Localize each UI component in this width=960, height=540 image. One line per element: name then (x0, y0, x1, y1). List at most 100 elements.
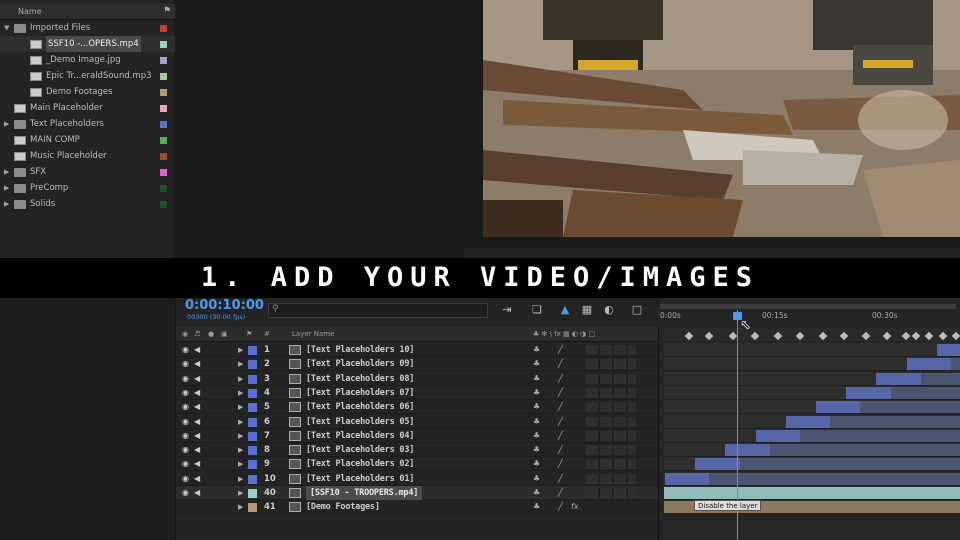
shy-switch-icon[interactable]: ♣ (533, 429, 540, 443)
switch-boxes[interactable] (586, 373, 636, 384)
shy-layers-icon[interactable]: ▲ (558, 303, 572, 316)
track-row[interactable] (664, 414, 960, 429)
layer-duration-tail[interactable] (920, 372, 960, 385)
layer-row[interactable]: ▶ 41 [Demo Footages] ♣ ╱ fx (176, 500, 658, 515)
visibility-eye-icon[interactable]: ◉ (182, 415, 189, 429)
audio-icon[interactable]: ◀ (194, 443, 200, 457)
visibility-col-icon[interactable]: ◉ (182, 327, 188, 342)
visibility-eye-icon[interactable]: ◉ (182, 443, 189, 457)
label-color-swatch[interactable] (160, 185, 167, 192)
disclosure-triangle-icon[interactable]: ▶ (4, 196, 9, 212)
label-color-swatch[interactable] (160, 89, 167, 96)
quality-switch-icon[interactable]: ╱ (558, 343, 563, 357)
audio-icon[interactable]: ◀ (194, 400, 200, 414)
label-color-swatch[interactable] (160, 105, 167, 112)
layer-duration-tail[interactable] (799, 429, 960, 442)
layer-label-color[interactable] (248, 489, 257, 498)
quality-switch-icon[interactable]: ╱ (558, 500, 563, 514)
audio-icon[interactable]: ◀ (194, 386, 200, 400)
label-color-swatch[interactable] (160, 153, 167, 160)
visibility-eye-icon[interactable]: ◉ (182, 372, 189, 386)
audio-col-icon[interactable]: ♬ (194, 327, 200, 342)
layer-duration-bar[interactable] (695, 458, 740, 471)
layer-label-color[interactable] (248, 474, 257, 484)
lock-col-icon[interactable]: ▣ (221, 327, 228, 342)
layer-duration-bar[interactable] (665, 472, 710, 485)
switch-boxes[interactable] (586, 345, 636, 355)
quality-switch-icon[interactable]: ╱ (558, 386, 563, 400)
label-color-swatch[interactable] (160, 121, 167, 128)
expand-layer-icon[interactable]: ▶ (238, 372, 243, 386)
visibility-eye-icon[interactable]: ◉ (182, 343, 189, 357)
quality-switch-icon[interactable]: ╱ (558, 443, 563, 457)
graph-editor-icon[interactable]: □ (630, 303, 644, 316)
layer-duration-tail[interactable] (890, 386, 960, 399)
layer-name[interactable]: [Text Placeholders 10] (306, 343, 414, 357)
shy-switch-icon[interactable]: ♣ (533, 386, 540, 400)
layer-row[interactable]: ◉ ◀ ▶ 40 [SSF10 - TROOPERS.mp4] ♣ ╱ (176, 486, 658, 500)
audio-icon[interactable]: ◀ (194, 357, 200, 371)
layer-row[interactable]: ◉ ◀ ▶ 7 [Text Placeholders 04] ♣ ╱ (176, 429, 658, 443)
shy-switch-icon[interactable]: ♣ (533, 400, 540, 414)
expand-layer-icon[interactable]: ▶ (238, 386, 243, 400)
layer-label-color[interactable] (248, 346, 257, 355)
layer-name[interactable]: [Text Placeholders 02] (306, 457, 414, 471)
motion-blur-icon[interactable]: ◐ (602, 303, 616, 316)
expand-layer-icon[interactable]: ▶ (238, 457, 243, 471)
layer-label-color[interactable] (248, 431, 257, 441)
shy-switch-icon[interactable]: ♣ (533, 343, 540, 357)
switch-boxes[interactable] (586, 416, 636, 427)
project-item[interactable]: ▶ Solids (0, 196, 175, 212)
disclosure-triangle-icon[interactable]: ▶ (4, 164, 9, 180)
visibility-eye-icon[interactable]: ◉ (182, 357, 189, 371)
frame-blending-icon[interactable]: ▦ (580, 303, 594, 316)
audio-icon[interactable]: ◀ (194, 486, 200, 500)
track-row[interactable] (664, 357, 960, 372)
project-item[interactable]: ▶ SFX (0, 164, 175, 180)
layer-row[interactable]: ◉ ◀ ▶ 9 [Text Placeholders 02] ♣ ╱ (176, 457, 658, 472)
layer-duration-bar[interactable] (876, 372, 921, 385)
layer-row[interactable]: ◉ ◀ ▶ 1 [Text Placeholders 10] ♣ ╱ (176, 343, 658, 357)
layer-name[interactable]: [Demo Footages] (306, 500, 380, 514)
track-row[interactable] (664, 428, 960, 443)
switch-boxes[interactable] (586, 359, 636, 370)
switch-boxes[interactable] (586, 387, 636, 398)
layer-label-color[interactable] (248, 503, 257, 513)
visibility-eye-icon[interactable]: ◉ (182, 400, 189, 414)
layer-label-color[interactable] (248, 360, 257, 370)
layer-name[interactable]: [Text Placeholders 06] (306, 400, 414, 414)
disclosure-triangle-icon[interactable]: ▼ (4, 20, 9, 36)
label-color-swatch[interactable] (160, 25, 167, 32)
layer-name[interactable]: [Text Placeholders 04] (306, 429, 414, 443)
visibility-eye-icon[interactable]: ◉ (182, 472, 189, 486)
quality-switch-icon[interactable]: ╱ (558, 457, 563, 471)
expand-layer-icon[interactable]: ▶ (238, 400, 243, 414)
effects-switch-icon[interactable]: fx (571, 500, 579, 514)
solo-col-icon[interactable]: ● (208, 327, 214, 342)
track-row[interactable] (664, 371, 960, 386)
layer-duration-bar[interactable] (785, 415, 831, 428)
track-row[interactable] (664, 385, 960, 400)
layer-label-color[interactable] (248, 374, 257, 384)
shy-switch-icon[interactable]: ♣ (533, 472, 540, 486)
disclosure-triangle-icon[interactable]: ▶ (4, 116, 9, 132)
layer-duration-bar[interactable] (815, 401, 861, 414)
track-row[interactable] (664, 457, 960, 472)
expand-layer-icon[interactable]: ▶ (238, 429, 243, 443)
layer-row[interactable]: ◉ ◀ ▶ 10 [Text Placeholders 01] ♣ ╱ (176, 472, 658, 486)
track-row[interactable] (664, 343, 960, 357)
layer-name[interactable]: [Text Placeholders 03] (306, 443, 414, 457)
expand-layer-icon[interactable]: ▶ (238, 357, 243, 371)
quality-switch-icon[interactable]: ╱ (558, 429, 563, 443)
project-item[interactable]: _Demo Image.jpg (0, 52, 175, 68)
quality-switch-icon[interactable]: ╱ (558, 372, 563, 386)
disclosure-triangle-icon[interactable]: ▶ (4, 180, 9, 196)
visibility-eye-icon[interactable]: ◉ (182, 386, 189, 400)
project-item[interactable]: Epic Tr...eraldSound.mp3 (0, 68, 175, 84)
layer-duration-tail[interactable] (709, 472, 960, 485)
layer-duration-tail[interactable] (739, 458, 960, 471)
project-item[interactable]: Music Placeholder (0, 148, 175, 164)
label-color-swatch[interactable] (160, 41, 167, 48)
project-item[interactable]: MAIN COMP (0, 132, 175, 148)
project-item[interactable]: SSF10 -...OPERS.mp4 (0, 36, 175, 52)
